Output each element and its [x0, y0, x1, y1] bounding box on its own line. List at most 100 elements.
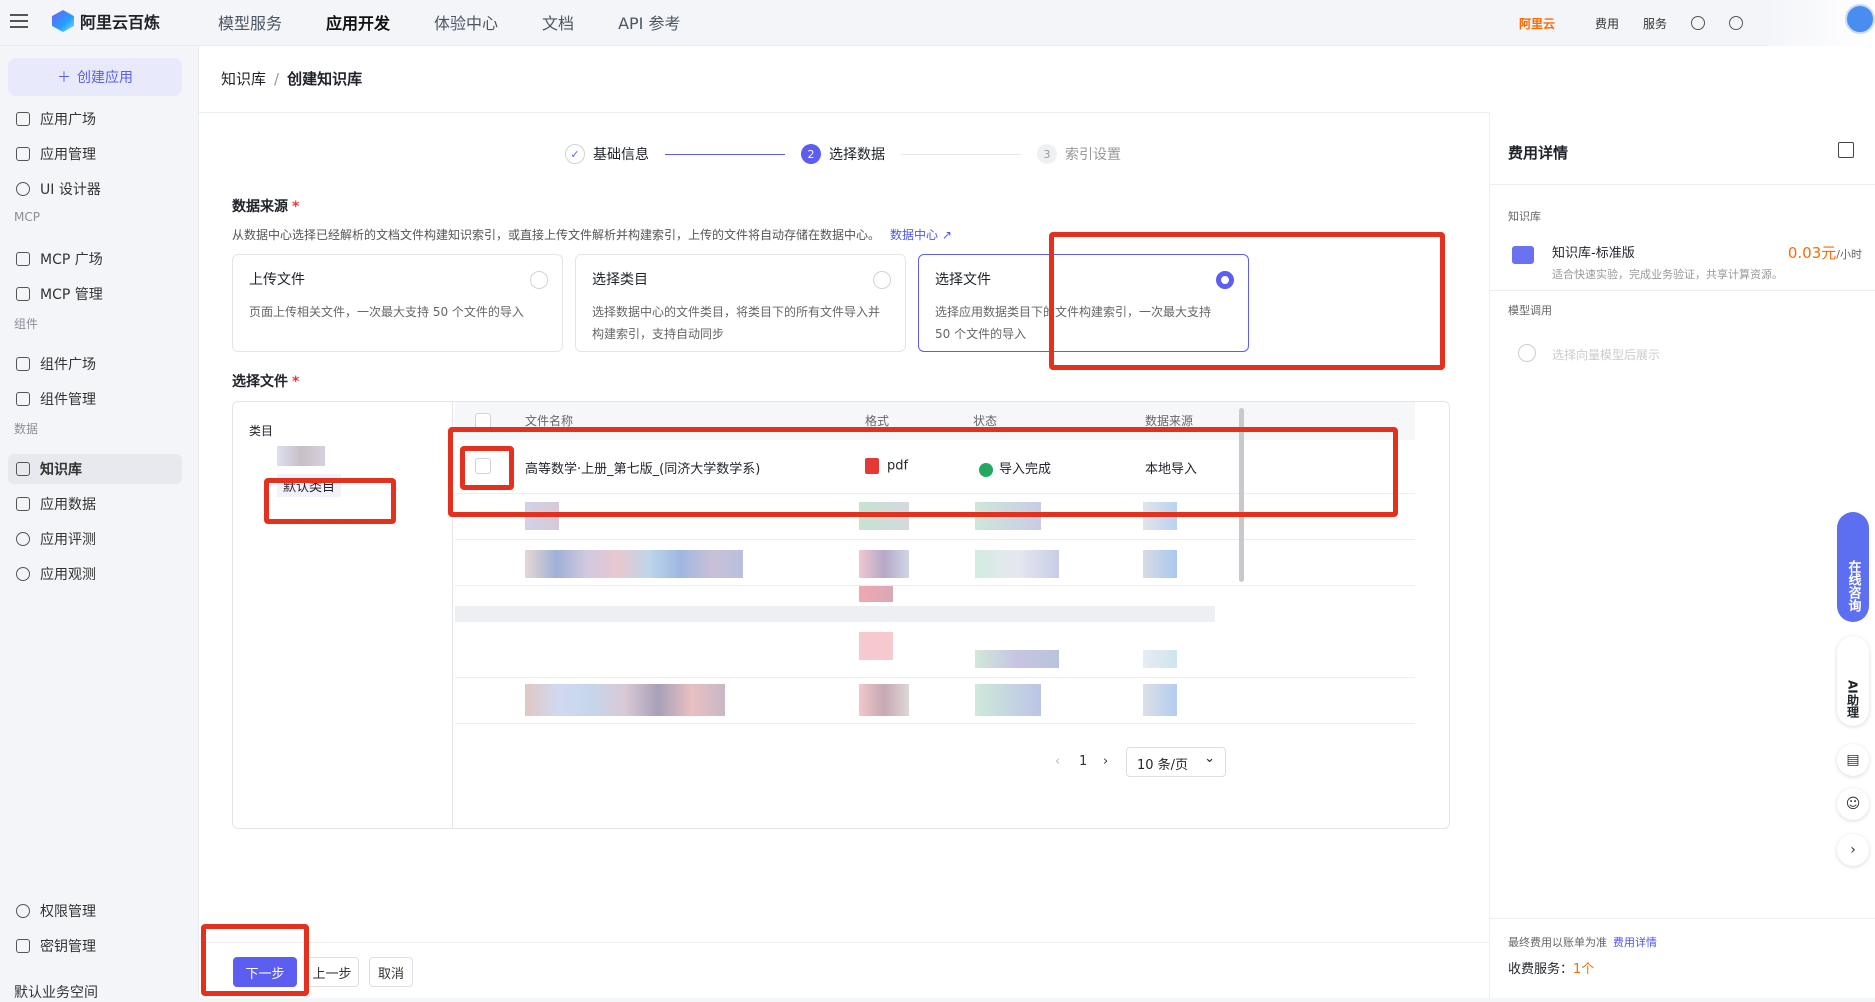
nav-app-dev[interactable]: 应用开发 [326, 10, 390, 34]
grid-icon [16, 112, 30, 126]
link-service[interactable]: 服务 [1643, 15, 1667, 32]
gear-icon[interactable] [1729, 16, 1743, 30]
main-content: 知识库 / 创建知识库 ✓ 基础信息 2 选择数据 3 索引设置 数据来源 * 从数据中心选… [198, 46, 1875, 998]
chart-icon [16, 497, 30, 511]
kb-plan-desc: 适合快速实验，完成业务验证，共享计算资源。 [1552, 268, 1783, 281]
section-knowledge: 知识库 [1508, 210, 1541, 223]
user-icon [16, 904, 30, 918]
top-nav: 模型服务 应用开发 体验中心 文档 API 参考 [218, 10, 680, 34]
palette-icon [16, 182, 30, 196]
puzzle-icon [16, 357, 30, 371]
prev-button[interactable]: 上一步 [305, 957, 359, 987]
page-number[interactable]: 1 [1079, 754, 1087, 769]
aliyun-logo[interactable]: 阿里云 [1519, 15, 1555, 32]
sidebar-item-app-data[interactable]: 应用数据 [8, 489, 182, 519]
cancel-button[interactable]: 取消 [369, 957, 413, 987]
sidebar-item-app-manage[interactable]: 应用管理 [8, 139, 182, 169]
category-header: 类目 [249, 424, 274, 438]
check-icon: ✓ [565, 144, 585, 164]
sidebar-item-comp-manage[interactable]: 组件管理 [8, 384, 182, 414]
sidebar-item-mcp-manage[interactable]: MCP 管理 [8, 279, 182, 309]
nav-docs[interactable]: 文档 [542, 10, 574, 34]
chevron-down-icon: ⌄ [1204, 751, 1215, 766]
target-icon [16, 532, 30, 546]
sidebar-item-app-observe[interactable]: 应用观测 [8, 559, 182, 589]
collapse-panel-icon[interactable] [1838, 142, 1854, 158]
highlight-select-file [1049, 232, 1445, 370]
book-icon [16, 462, 30, 476]
highlight-checkbox [460, 446, 514, 490]
cost-panel: 费用详情 知识库 知识库-标准版 0.03元/小时 适合快速实验，完成业务验证，… [1489, 112, 1875, 998]
step-select-data: 选择数据 [829, 147, 885, 163]
workspace-switcher[interactable]: 默认业务空间 [14, 982, 98, 1002]
cost-detail-link[interactable]: 费用详情 [1613, 936, 1657, 949]
globe-icon[interactable] [1691, 16, 1705, 30]
highlight-category [264, 478, 396, 524]
chevron-right-icon[interactable]: › [1837, 834, 1869, 866]
step-number: 2 [801, 144, 821, 164]
option-upload-file[interactable]: 上传文件 页面上传相关文件，一次最大支持 50 个文件的导入 [232, 254, 563, 352]
section-model: 模型调用 [1508, 304, 1552, 317]
step-index-settings: 索引设置 [1065, 147, 1121, 163]
blurred-row [455, 632, 1415, 678]
link-cost[interactable]: 费用 [1595, 15, 1619, 32]
data-center-link[interactable]: 数据中心 ↗ [890, 228, 952, 242]
smile-icon[interactable]: ☺ [1837, 788, 1869, 820]
document-icon[interactable]: ▤ [1837, 744, 1869, 776]
bolt-icon [16, 252, 30, 266]
bolt-settings-icon [16, 287, 30, 301]
kb-price: 0.03元/小时 [1787, 244, 1862, 262]
step-basic-info: 基础信息 [593, 147, 649, 163]
page-size-select[interactable]: 10 条/页 ⌄ [1126, 747, 1226, 777]
page-next[interactable]: › [1103, 754, 1108, 769]
sidebar-item-app-plaza[interactable]: 应用广场 [8, 104, 182, 134]
charge-summary: 收费服务：1个 [1508, 962, 1595, 977]
sidebar-item-keys[interactable]: 密钥管理 [8, 931, 182, 961]
sidebar-item-mcp-plaza[interactable]: MCP 广场 [8, 244, 182, 274]
breadcrumb-current: 创建知识库 [287, 70, 363, 88]
ai-assistant-button[interactable]: AI助理 [1837, 636, 1869, 726]
category-column: 类目 默认类目 [233, 402, 453, 828]
key-icon [16, 939, 30, 953]
puzzle-settings-icon [16, 392, 30, 406]
blurred-row [455, 540, 1415, 586]
nav-model-service[interactable]: 模型服务 [218, 10, 282, 34]
action-bar: 下一步 上一步 取消 [199, 942, 1489, 998]
steps: ✓ 基础信息 2 选择数据 3 索引设置 [565, 144, 1121, 164]
data-source-label: 数据来源 * [232, 199, 300, 215]
sidebar-item-knowledge[interactable]: 知识库 [8, 454, 182, 484]
brand-logo[interactable]: 阿里云百炼 [52, 9, 160, 33]
create-app-button[interactable]: ＋创建应用 [8, 58, 182, 96]
plus-icon: ＋ [57, 70, 71, 86]
model-placeholder: 选择向量模型后展示 [1508, 334, 1870, 374]
radio-select-category[interactable] [873, 271, 891, 289]
avatar[interactable] [1845, 4, 1875, 34]
brand-name: 阿里云百炼 [80, 13, 161, 32]
blurred-category [277, 446, 325, 466]
sidebar-item-app-eval[interactable]: 应用评测 [8, 524, 182, 554]
pie-icon [16, 567, 30, 581]
nav-experience[interactable]: 体验中心 [434, 10, 498, 34]
data-source-description: 从数据中心选择已经解析的文档文件构建知识索引，或直接上传文件解析并构建索引，上传… [232, 228, 952, 242]
radio-upload-file[interactable] [530, 271, 548, 289]
sidebar-item-comp-plaza[interactable]: 组件广场 [8, 349, 182, 379]
page-prev[interactable]: ‹ [1055, 754, 1060, 769]
breadcrumb-parent[interactable]: 知识库 [221, 70, 266, 88]
blurred-row [455, 586, 1415, 632]
sidebar: ＋创建应用 应用广场 应用管理 UI 设计器 MCP MCP 广场 MCP 管理… [0, 46, 198, 1001]
step-number: 3 [1037, 144, 1057, 164]
group-label-data: 数据 [14, 422, 39, 436]
highlight-next-button [201, 924, 309, 996]
grid-icon [16, 147, 30, 161]
blurred-row [455, 678, 1415, 724]
highlight-file-row [448, 427, 1398, 517]
menu-icon[interactable] [8, 10, 30, 32]
online-consult-button[interactable]: 在线咨询 [1837, 512, 1869, 622]
group-label-components: 组件 [14, 317, 39, 331]
sidebar-item-ui-designer[interactable]: UI 设计器 [8, 174, 182, 204]
knowledge-book-icon [1512, 246, 1534, 264]
sidebar-item-permission[interactable]: 权限管理 [8, 896, 182, 926]
nav-api-ref[interactable]: API 参考 [618, 10, 680, 34]
option-select-category[interactable]: 选择类目 选择数据中心的文件类目，将类目下的所有文件导入并构建索引，支持自动同步 [575, 254, 906, 352]
cost-title: 费用详情 [1508, 144, 1569, 162]
